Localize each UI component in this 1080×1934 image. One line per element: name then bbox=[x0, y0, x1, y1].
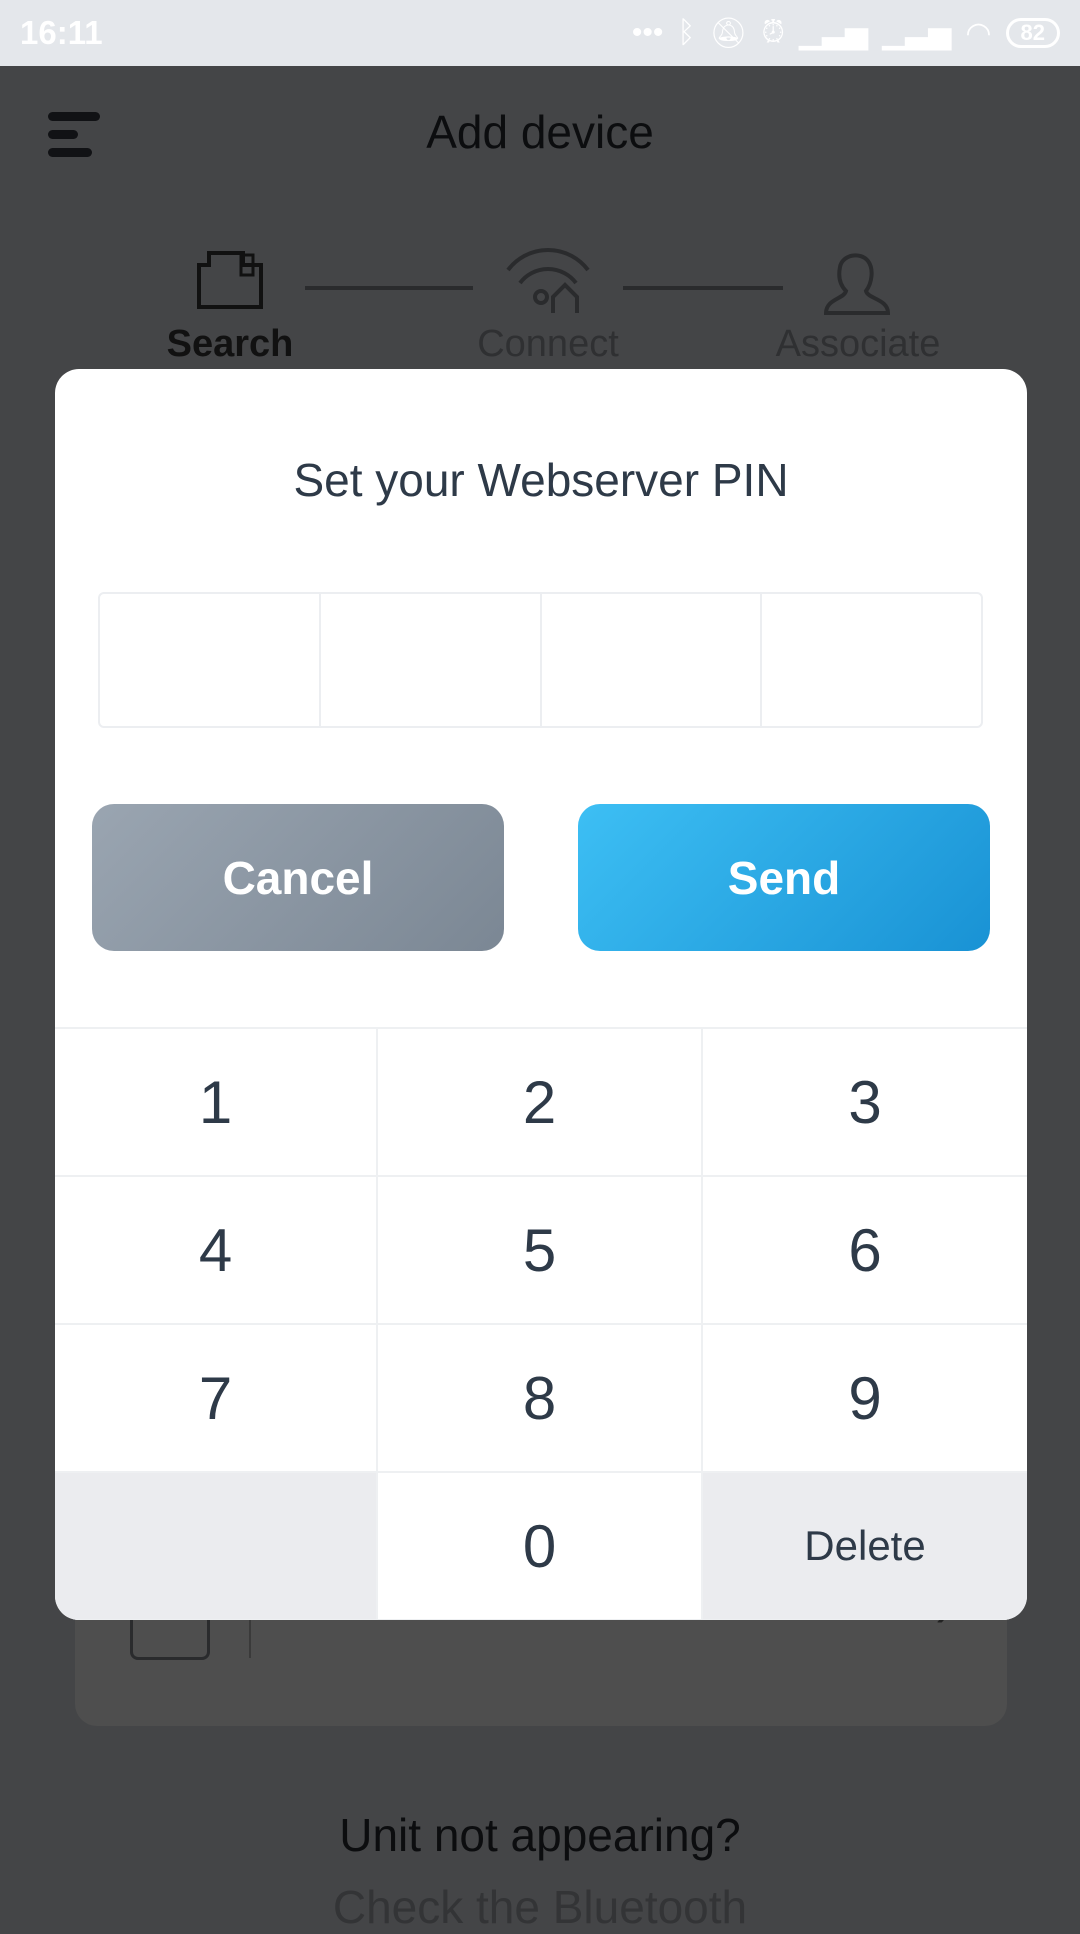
pin-digit-1[interactable] bbox=[100, 594, 321, 726]
device-icon bbox=[197, 251, 263, 309]
key-3[interactable]: 3 bbox=[703, 1029, 1027, 1177]
status-time: 16:11 bbox=[20, 14, 103, 51]
key-empty bbox=[55, 1473, 378, 1620]
help-question: Unit not appearing? bbox=[339, 1809, 741, 1861]
keypad: 1 2 3 4 5 6 7 8 9 0 Delete bbox=[55, 1027, 1027, 1620]
help-hint[interactable]: Check the Bluetooth bbox=[0, 1880, 1080, 1934]
step-connect: Connect bbox=[428, 245, 668, 365]
alarm-icon: ⏰︎ bbox=[761, 16, 785, 49]
send-button[interactable]: Send bbox=[578, 804, 990, 951]
pin-digit-4[interactable] bbox=[762, 594, 981, 726]
cancel-button[interactable]: Cancel bbox=[92, 804, 504, 951]
step-label: Search bbox=[166, 323, 294, 365]
key-6[interactable]: 6 bbox=[703, 1177, 1027, 1325]
wifi-icon: ◠ bbox=[965, 16, 992, 50]
key-8[interactable]: 8 bbox=[378, 1325, 703, 1473]
key-7[interactable]: 7 bbox=[55, 1325, 378, 1473]
status-bar: 16:11 ••• ᛒ 🔕︎ ⏰︎ ▁▃▅ ▁▃▅ ◠ 82 bbox=[0, 0, 1080, 66]
bluetooth-icon: ᛒ bbox=[677, 16, 696, 49]
wifi-home-icon bbox=[506, 248, 590, 313]
battery-indicator: 82 bbox=[1005, 18, 1060, 48]
signal-roaming-icon: ▁▃▅ bbox=[882, 16, 952, 50]
step-search: Search bbox=[110, 245, 350, 365]
pin-dialog: Set your Webserver PIN Cancel Send 1 2 3… bbox=[55, 369, 1027, 1620]
pin-digit-2[interactable] bbox=[321, 594, 542, 726]
key-0[interactable]: 0 bbox=[378, 1473, 703, 1620]
status-icons: ••• ᛒ 🔕︎ ⏰︎ ▁▃▅ ▁▃▅ ◠ 82 bbox=[632, 16, 1060, 51]
more-dots-icon: ••• bbox=[631, 16, 664, 49]
key-4[interactable]: 4 bbox=[55, 1177, 378, 1325]
bell-off-icon: 🔕︎ bbox=[709, 16, 748, 50]
pin-digit-3[interactable] bbox=[542, 594, 763, 726]
signal-icon: ▁▃▅ bbox=[798, 16, 869, 50]
step-associate: Associate bbox=[738, 245, 978, 365]
key-9[interactable]: 9 bbox=[703, 1325, 1027, 1473]
key-2[interactable]: 2 bbox=[378, 1029, 703, 1177]
step-label: Associate bbox=[775, 323, 941, 365]
page-title: Add device bbox=[426, 106, 654, 158]
delete-key[interactable]: Delete bbox=[703, 1473, 1027, 1620]
dialog-title: Set your Webserver PIN bbox=[293, 454, 789, 506]
user-icon bbox=[823, 253, 891, 315]
pin-input[interactable] bbox=[98, 592, 983, 728]
key-5[interactable]: 5 bbox=[378, 1177, 703, 1325]
step-label: Connect bbox=[477, 323, 619, 365]
key-1[interactable]: 1 bbox=[55, 1029, 378, 1177]
